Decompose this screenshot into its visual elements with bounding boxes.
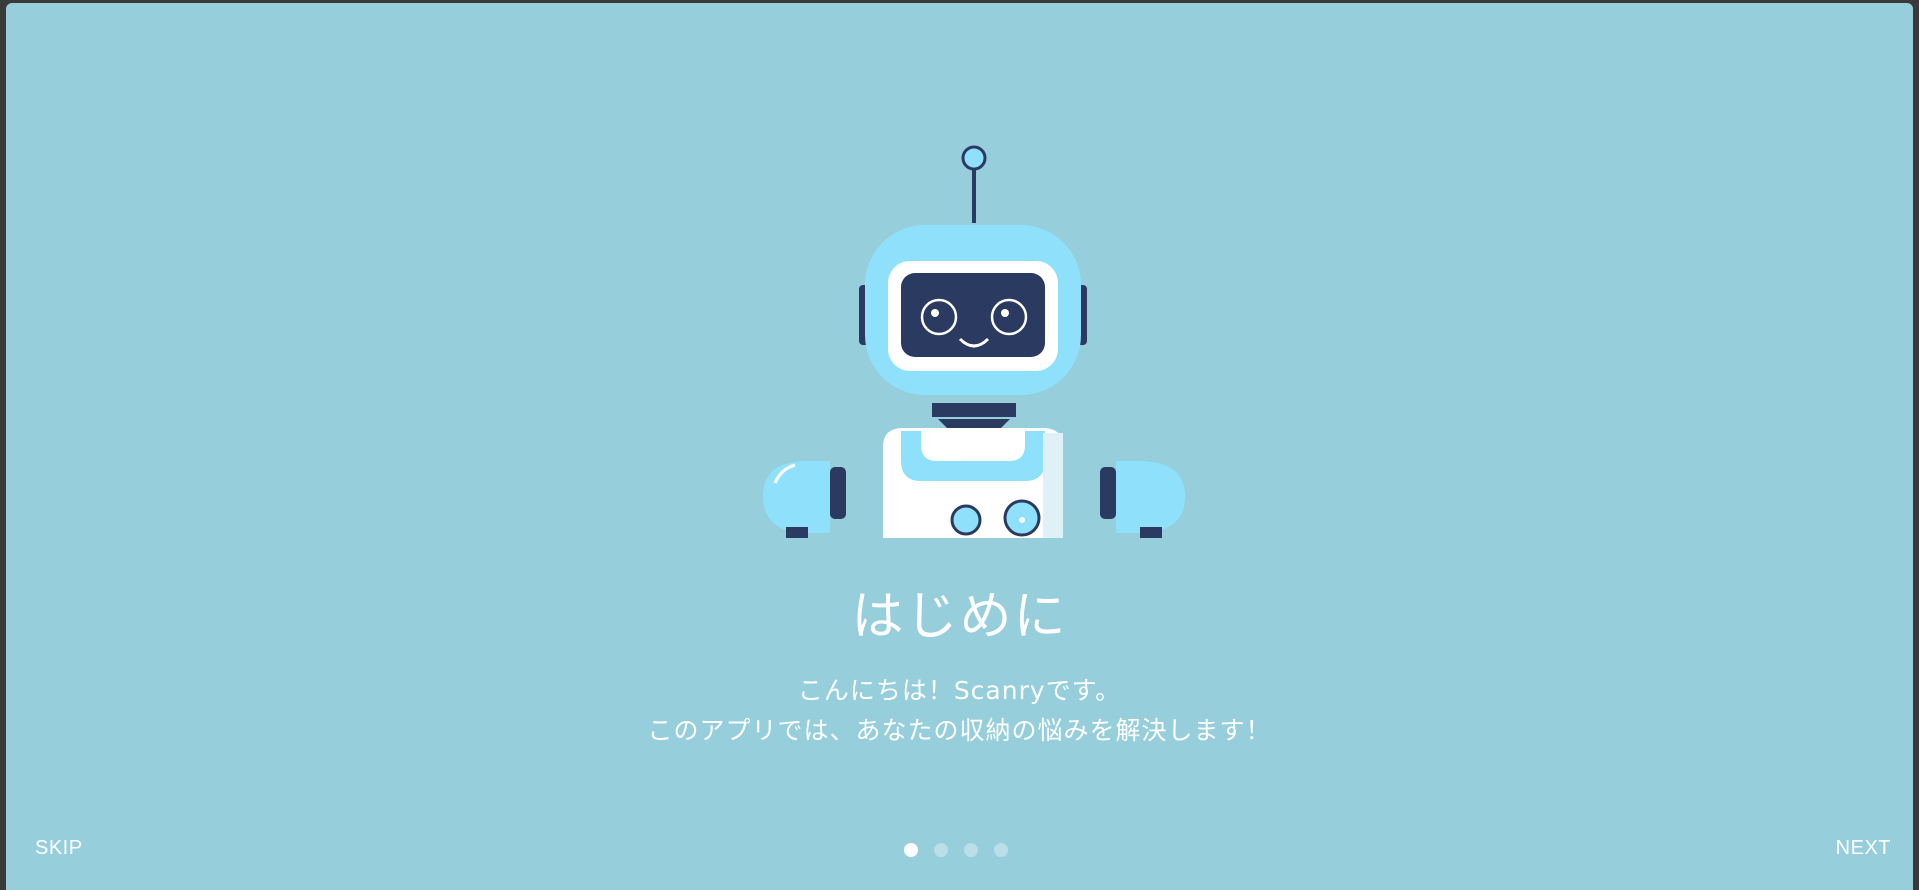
description-line: こんにちは！Scanryです。 bbox=[797, 676, 1122, 705]
next-button[interactable]: NEXT bbox=[1836, 837, 1891, 860]
skip-button[interactable]: SKIP bbox=[35, 837, 83, 860]
description: こんにちは！Scanryです。 このアプリでは、あなたの収納の悩みを解決します！ bbox=[6, 671, 1913, 751]
robot-illustration bbox=[763, 145, 1185, 538]
page-dot-2[interactable] bbox=[934, 843, 948, 857]
page-dot-4[interactable] bbox=[994, 843, 1008, 857]
onboarding-screen: はじめに こんにちは！Scanryです。 このアプリでは、あなたの収納の悩みを解… bbox=[6, 3, 1913, 890]
page-title: はじめに bbox=[851, 587, 1068, 647]
description-line: このアプリでは、あなたの収納の悩みを解決します！ bbox=[647, 716, 1272, 745]
page-dot-1[interactable] bbox=[904, 843, 918, 857]
page-dot-3[interactable] bbox=[964, 843, 978, 857]
page-indicator bbox=[904, 843, 1008, 857]
